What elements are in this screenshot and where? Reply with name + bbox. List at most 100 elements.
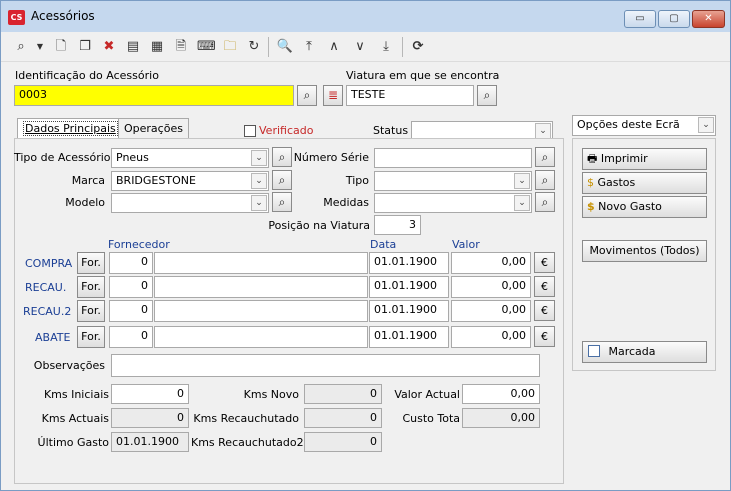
date-input[interactable]: 01.01.1900 bbox=[369, 252, 449, 274]
last-record-icon[interactable]: ⤓ bbox=[377, 38, 395, 56]
form-icon[interactable]: ▤ bbox=[124, 38, 142, 56]
chevron-down-icon[interactable]: ⌄ bbox=[514, 195, 530, 211]
total-cost-label: Custo Tota bbox=[402, 412, 460, 425]
new-expense-button[interactable]: $ Novo Gasto bbox=[582, 196, 707, 218]
supplier-column-header: Fornecedor bbox=[108, 238, 170, 251]
value-input[interactable]: 0,00 bbox=[451, 300, 531, 322]
supplier-name-input[interactable] bbox=[154, 276, 368, 298]
table-icon[interactable]: ▦ bbox=[148, 38, 166, 56]
kms-new-label: Kms Novo bbox=[243, 388, 299, 401]
euro-icon[interactable]: € bbox=[534, 326, 555, 347]
keyboard-icon[interactable]: ⌨ bbox=[197, 38, 216, 56]
value-input[interactable]: 0,00 bbox=[451, 326, 531, 348]
chevron-down-icon[interactable]: ⌄ bbox=[698, 117, 714, 133]
previous-record-icon[interactable]: ∧ bbox=[325, 38, 343, 56]
supplier-button[interactable]: For. bbox=[77, 276, 105, 298]
supplier-button[interactable]: For. bbox=[77, 252, 105, 274]
value-input[interactable]: 0,00 bbox=[451, 252, 531, 274]
type-select[interactable]: ⌄ bbox=[374, 171, 532, 191]
serial-search-button[interactable]: ⌕ bbox=[535, 147, 555, 167]
options-panel: 🖶 Imprimir $ Gastos $ Novo Gasto Movimen… bbox=[572, 138, 716, 371]
date-input[interactable]: 01.01.1900 bbox=[369, 300, 449, 322]
vehicle-input[interactable]: TESTE bbox=[346, 85, 474, 106]
new-item-icon[interactable]: 🗎 bbox=[172, 38, 190, 56]
date-input[interactable]: 01.01.1900 bbox=[369, 326, 449, 348]
supplier-name-input[interactable] bbox=[154, 300, 368, 322]
measures-select[interactable]: ⌄ bbox=[374, 193, 532, 213]
first-record-icon[interactable]: ⤒ bbox=[300, 38, 318, 56]
supplier-code-input[interactable]: 0 bbox=[109, 326, 153, 348]
current-value-label: Valor Actual bbox=[394, 388, 460, 401]
model-select[interactable]: ⌄ bbox=[111, 193, 269, 213]
measures-search-button[interactable]: ⌕ bbox=[535, 192, 555, 212]
euro-icon[interactable]: € bbox=[534, 300, 555, 321]
type-label: Tipo bbox=[345, 174, 369, 187]
print-preview-icon[interactable]: 🔍 bbox=[276, 38, 294, 56]
maximize-button[interactable]: ▢ bbox=[658, 10, 690, 28]
position-input[interactable]: 3 bbox=[374, 215, 421, 235]
window-title: Acessórios bbox=[31, 9, 95, 23]
refresh-icon[interactable]: ↻ bbox=[245, 38, 263, 56]
accessory-list-button[interactable]: ≣ bbox=[323, 85, 343, 106]
vehicle-label: Viatura em que se encontra bbox=[346, 69, 500, 82]
folder-search-icon[interactable]: 🗀 bbox=[221, 38, 239, 56]
vehicle-search-button[interactable]: ⌕ bbox=[477, 85, 497, 106]
observations-input[interactable] bbox=[111, 354, 540, 377]
euro-icon[interactable]: € bbox=[534, 252, 555, 273]
accessory-id-input[interactable]: 0003 bbox=[14, 85, 294, 106]
supplier-name-input[interactable] bbox=[154, 252, 368, 274]
marked-toggle[interactable]: Marcada bbox=[582, 341, 707, 363]
chevron-down-icon[interactable]: ⌄ bbox=[514, 173, 530, 189]
supplier-code-input[interactable]: 0 bbox=[109, 276, 153, 298]
current-value-input[interactable]: 0,00 bbox=[462, 384, 540, 404]
toolbar-separator bbox=[402, 37, 403, 57]
marked-checkbox[interactable] bbox=[588, 345, 600, 357]
supplier-name-input[interactable] bbox=[154, 326, 368, 348]
supplier-code-input[interactable]: 0 bbox=[109, 300, 153, 322]
search-icon: ⌕ bbox=[483, 88, 491, 102]
next-record-icon[interactable]: ∨ bbox=[351, 38, 369, 56]
reload-icon[interactable]: ⟳ bbox=[409, 38, 427, 56]
close-button[interactable]: ✕ bbox=[692, 10, 725, 28]
type-search-button[interactable]: ⌕ bbox=[535, 170, 555, 190]
accessory-search-button[interactable]: ⌕ bbox=[297, 85, 317, 106]
brand-select[interactable]: BRIDGESTONE ⌄ bbox=[111, 171, 269, 191]
movements-button[interactable]: Movimentos (Todos) bbox=[582, 240, 707, 262]
serial-number-input[interactable] bbox=[374, 148, 532, 168]
supplier-button[interactable]: For. bbox=[77, 326, 105, 348]
verified-checkbox[interactable] bbox=[244, 125, 256, 137]
value-input[interactable]: 0,00 bbox=[451, 276, 531, 298]
row-label: RECAU. bbox=[25, 281, 67, 294]
chevron-down-icon[interactable]: ⌄ bbox=[251, 195, 267, 211]
printer-icon: 🖶 bbox=[587, 152, 598, 165]
expenses-button[interactable]: $ Gastos bbox=[582, 172, 707, 194]
delete-icon[interactable]: ✖ bbox=[100, 38, 118, 56]
new-document-icon[interactable]: 🗋 bbox=[52, 38, 70, 56]
date-input[interactable]: 01.01.1900 bbox=[369, 276, 449, 298]
minimize-button[interactable]: ▭ bbox=[624, 10, 656, 28]
print-label: Imprimir bbox=[600, 152, 648, 165]
chevron-down-icon[interactable]: ⌄ bbox=[251, 173, 267, 189]
total-cost-input: 0,00 bbox=[462, 408, 540, 428]
position-label: Posição na Viatura bbox=[268, 219, 370, 232]
toolbar: ⌕ ▼ 🗋 ❐ ✖ ▤ ▦ 🗎 ⌨ 🗀 ↻ 🔍 ⤒ ∧ ∨ ⤓ ⟳ bbox=[1, 32, 730, 62]
tab-operacoes[interactable]: Operações bbox=[118, 118, 189, 138]
tab-dados-principais[interactable]: Dados Principais bbox=[17, 118, 124, 139]
chevron-down-icon[interactable]: ⌄ bbox=[535, 123, 551, 139]
dropdown-arrow-icon[interactable]: ▼ bbox=[34, 38, 46, 56]
euro-icon[interactable]: € bbox=[534, 276, 555, 297]
coins-icon: $ bbox=[587, 176, 594, 189]
supplier-code-input[interactable]: 0 bbox=[109, 252, 153, 274]
accessory-type-select[interactable]: Pneus ⌄ bbox=[111, 148, 269, 168]
chevron-down-icon[interactable]: ⌄ bbox=[251, 150, 267, 166]
supplier-button[interactable]: For. bbox=[77, 300, 105, 322]
print-button[interactable]: 🖶 Imprimir bbox=[582, 148, 707, 170]
search-icon: ⌕ bbox=[303, 88, 311, 102]
kms-initial-input[interactable]: 0 bbox=[111, 384, 189, 404]
search-icon[interactable]: ⌕ bbox=[12, 38, 30, 56]
serial-number-label: Número Série bbox=[293, 151, 369, 164]
row-label: ABATE bbox=[35, 331, 71, 344]
copy-icon[interactable]: ❐ bbox=[76, 38, 94, 56]
screen-options-select[interactable]: Opções deste Ecrã ⌄ bbox=[572, 115, 716, 136]
dollar-icon: $ bbox=[587, 200, 595, 213]
